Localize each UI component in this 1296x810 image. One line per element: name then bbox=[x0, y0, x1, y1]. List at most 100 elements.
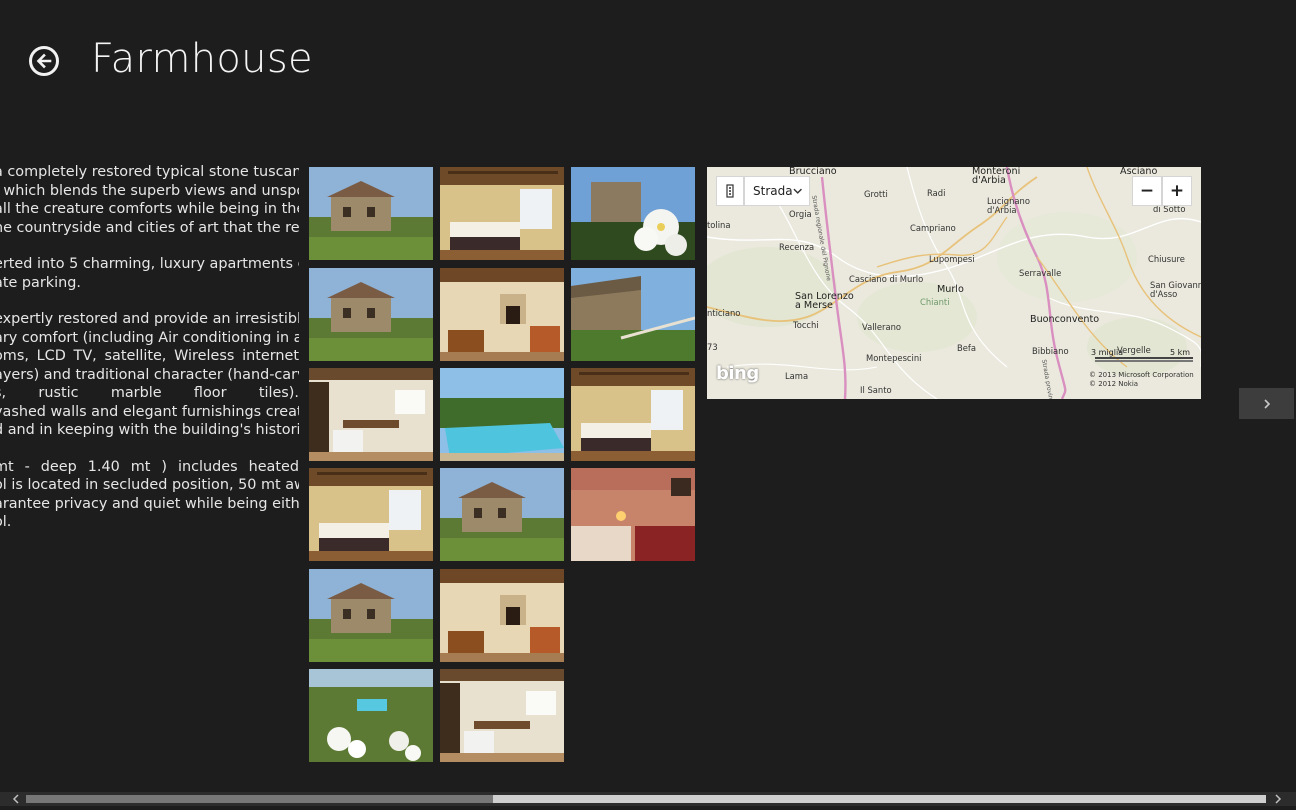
location-map[interactable]: Brucciano Monteroni d'Arbia Asciano Grotti R… bbox=[707, 167, 1201, 399]
photo-thumbnail bbox=[440, 268, 564, 361]
description-paragraph: mt - deep 1.40 mt ) includes heated ol is… bbox=[0, 458, 299, 532]
description-line: vashed walls and elegant furnishings cre… bbox=[0, 403, 299, 420]
chevron-down-icon bbox=[793, 188, 802, 194]
map-place-label: tolina bbox=[707, 220, 731, 230]
scroll-thumb[interactable] bbox=[26, 795, 493, 803]
photo-house-lawn[interactable] bbox=[309, 569, 433, 662]
bing-logo: bing bbox=[716, 363, 759, 384]
description-paragraph: erted into 5 charming, luxury apartments… bbox=[0, 255, 299, 292]
photo-kitchen[interactable] bbox=[440, 669, 564, 762]
photo-tower-flowers[interactable] bbox=[571, 167, 695, 260]
map-copyright-nokia: © 2012 Nokia bbox=[1089, 380, 1139, 388]
map-place-label: Lupompesi bbox=[929, 254, 975, 264]
description-line: ol is located in secluded position, 50 m… bbox=[0, 477, 299, 493]
map-place-label: San Giovanni d'Asso bbox=[1150, 280, 1201, 299]
map-place-label: Vallerano bbox=[862, 322, 902, 332]
scroll-right-icon[interactable] bbox=[1268, 792, 1288, 806]
description-line: oms, LCD TV, satellite, Wireless interne… bbox=[0, 348, 299, 364]
map-place-label: Recenza bbox=[779, 242, 815, 252]
map-place-label: Buonconvento bbox=[1030, 314, 1100, 325]
photo-thumbnail bbox=[571, 368, 695, 461]
photo-thumbnail bbox=[309, 468, 433, 561]
photo-bedroom-window[interactable] bbox=[571, 368, 695, 461]
description-line: s, rustic marble floor tiles). bbox=[0, 385, 299, 401]
map-place-label: 73 bbox=[707, 342, 718, 352]
map-place-label: Murlo bbox=[937, 284, 964, 295]
description-line: he countryside and cities of art that th… bbox=[0, 219, 299, 236]
photo-swimming-pool[interactable] bbox=[440, 368, 564, 461]
map-style-dropdown[interactable]: Strada bbox=[744, 176, 810, 206]
photo-kitchen-dining[interactable] bbox=[309, 368, 433, 461]
photo-thumbnail bbox=[309, 669, 433, 762]
photo-thumbnail bbox=[440, 569, 564, 662]
horizontal-scrollbar[interactable] bbox=[0, 792, 1296, 806]
map-place-label: Campriano bbox=[910, 223, 956, 233]
map-place-label: Chiusure bbox=[1148, 254, 1185, 264]
photo-thumbnail bbox=[440, 368, 564, 461]
chevron-right-icon bbox=[1263, 398, 1270, 409]
photo-thumbnail bbox=[440, 468, 564, 561]
photo-bedroom-twin[interactable] bbox=[309, 468, 433, 561]
photo-thumbnail bbox=[309, 569, 433, 662]
description-line: mt - deep 1.40 mt ) includes heated bbox=[0, 458, 299, 475]
description-line: all the creature comforts while being in… bbox=[0, 201, 299, 217]
photo-thumbnail bbox=[571, 468, 695, 561]
map-style-label: Strada bbox=[753, 184, 793, 198]
map-place-label: Lama bbox=[785, 371, 809, 381]
description-line: arantee privacy and quiet while being ei… bbox=[0, 495, 299, 512]
map-place-label: Il Santo bbox=[860, 385, 892, 395]
map-place-label: San Lorenzo a Merse bbox=[795, 291, 854, 311]
map-menu-button[interactable] bbox=[716, 176, 744, 206]
photo-bedroom-red[interactable] bbox=[571, 468, 695, 561]
back-button[interactable] bbox=[29, 46, 59, 76]
map-place-label: Montepescini bbox=[866, 353, 922, 363]
map-place-label: Radi bbox=[927, 188, 946, 198]
map-scale-miles: 3 miglia bbox=[1091, 348, 1124, 357]
scroll-left-icon[interactable] bbox=[6, 792, 26, 806]
photo-thumbnail bbox=[440, 167, 564, 260]
back-arrow-icon bbox=[36, 53, 52, 69]
photo-sitting-room[interactable] bbox=[440, 569, 564, 662]
description-line: : which blends the superb views and unsp… bbox=[0, 182, 299, 199]
plus-icon: + bbox=[1169, 181, 1185, 201]
description-text: a completely restored typical stone tusc… bbox=[0, 163, 299, 550]
description-line: ary comfort (including Air conditioning … bbox=[0, 329, 299, 346]
map-place-label: Monteroni d'Arbia bbox=[972, 167, 1021, 186]
map-place-label: Casciano di Murlo bbox=[849, 274, 924, 284]
photo-living-room-fireplace[interactable] bbox=[440, 268, 564, 361]
map-place-label: Chianti bbox=[920, 297, 950, 307]
map-scale-km: 5 km bbox=[1170, 348, 1191, 357]
photo-bedroom-beams[interactable] bbox=[440, 167, 564, 260]
map-place-label: Lucignano d'Arbia bbox=[987, 196, 1030, 215]
app-window: Farmhouse a completely restored typical … bbox=[0, 0, 1296, 810]
map-copyright-microsoft: © 2013 Microsoft Corporation bbox=[1089, 371, 1194, 379]
map-zoom-out-button[interactable]: − bbox=[1132, 176, 1162, 206]
description-line: ayers) and traditional character (hand-c… bbox=[0, 366, 299, 383]
photo-farmhouse-exterior-trees[interactable] bbox=[309, 167, 433, 260]
description-line: d and in keeping with the building's his… bbox=[0, 422, 299, 438]
photo-thumbnail bbox=[309, 268, 433, 361]
description-line: ol. bbox=[0, 514, 12, 530]
map-place-label: Brucciano bbox=[789, 167, 837, 177]
photo-thumbnail bbox=[571, 268, 695, 361]
map-zoom-in-button[interactable]: + bbox=[1162, 176, 1192, 206]
next-page-button[interactable] bbox=[1239, 388, 1294, 419]
photo-thumbnail bbox=[309, 368, 433, 461]
map-place-label: Orgia bbox=[789, 209, 812, 219]
description-paragraph: a completely restored typical stone tusc… bbox=[0, 163, 299, 237]
map-place-label: Grotti bbox=[864, 189, 888, 199]
photo-thumbnail bbox=[309, 167, 433, 260]
description-line: ate parking. bbox=[0, 274, 81, 291]
photo-pool-flowers[interactable] bbox=[309, 669, 433, 762]
photo-thumbnail bbox=[571, 167, 695, 260]
map-place-label: di Sotto bbox=[1153, 204, 1186, 214]
map-place-label: Bibbiano bbox=[1032, 346, 1069, 356]
description-line: erted into 5 charming, luxury apartments… bbox=[0, 256, 299, 272]
map-menu-icon bbox=[726, 184, 734, 198]
photo-stone-house-field[interactable] bbox=[309, 268, 433, 361]
description-line: expertly restored and provide an irresis… bbox=[0, 311, 299, 327]
map-place-label: nticiano bbox=[707, 308, 741, 318]
photo-terrace-view[interactable] bbox=[571, 268, 695, 361]
page-title: Farmhouse bbox=[91, 36, 313, 82]
photo-stone-house-side[interactable] bbox=[440, 468, 564, 561]
